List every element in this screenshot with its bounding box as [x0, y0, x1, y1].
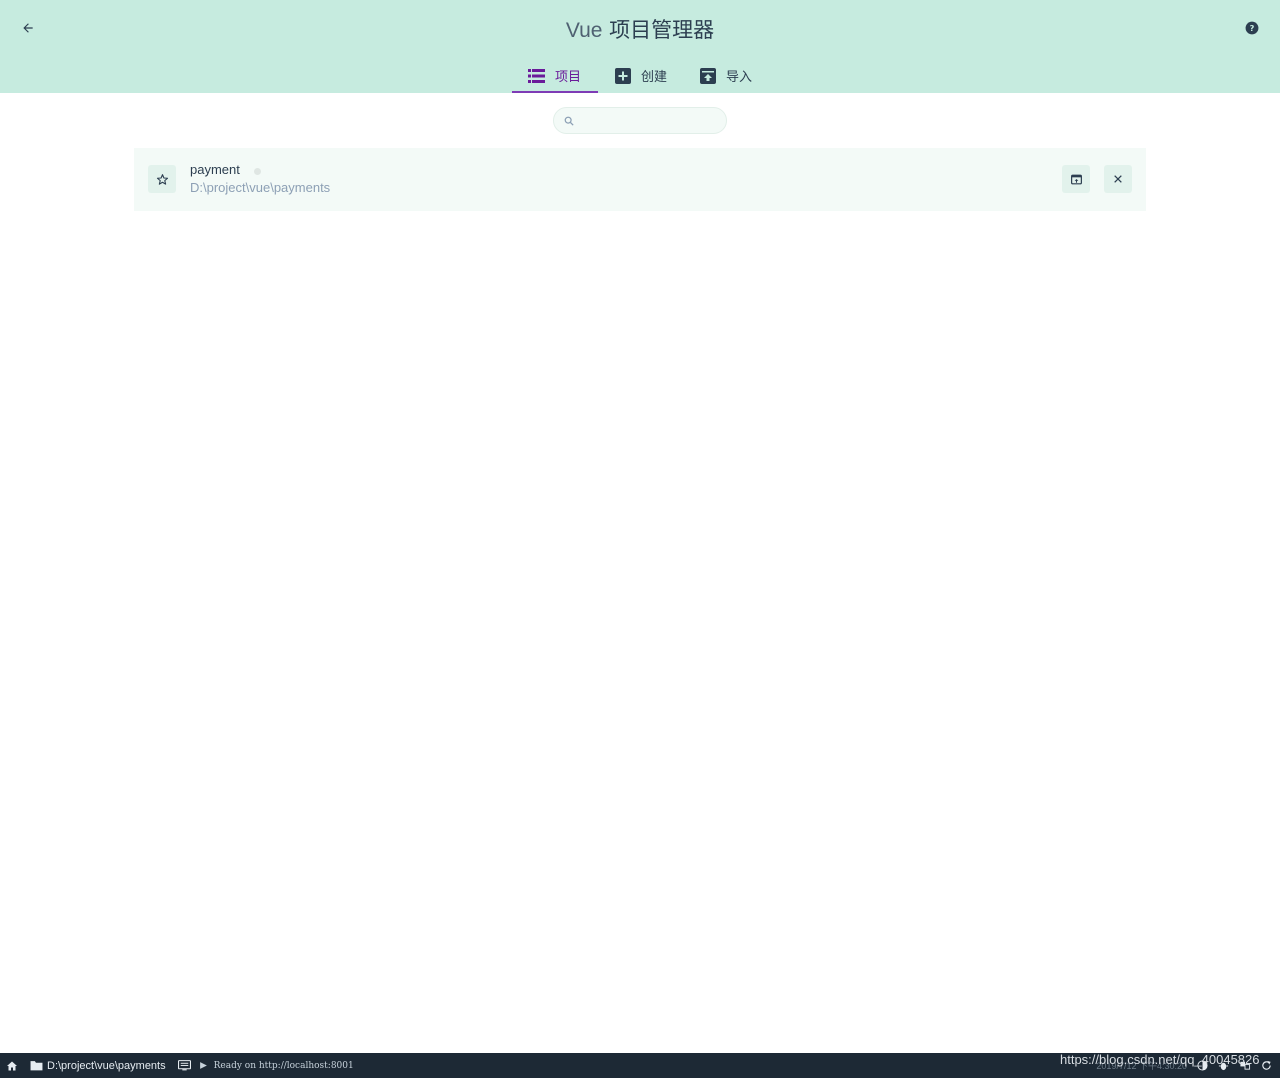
top-header: Vue 项目管理器 ? 项目 创建 导入	[0, 0, 1280, 93]
remove-project-button[interactable]	[1104, 165, 1132, 193]
statusbar-folder-button[interactable]: D:\project\vue\payments	[24, 1053, 172, 1078]
star-outline-icon	[156, 173, 168, 185]
console-icon	[177, 1060, 191, 1071]
main-tabs: 项目 创建 导入	[512, 58, 768, 93]
project-status-dot	[254, 168, 261, 175]
tab-create[interactable]: 创建	[598, 58, 683, 93]
statusbar-home-button[interactable]	[0, 1053, 24, 1078]
open-project-button[interactable]	[1062, 165, 1090, 193]
add-box-icon	[614, 67, 631, 84]
unarchive-icon	[699, 67, 716, 84]
statusbar-log: Ready on http://localhost:8001	[213, 1060, 354, 1071]
search-input[interactable]	[580, 113, 710, 128]
home-icon	[7, 1061, 17, 1070]
help-circle-icon: ?	[1245, 21, 1259, 35]
folder-icon	[30, 1061, 43, 1071]
project-name: payment	[190, 162, 240, 177]
watermark-text: https://blog.csdn.net/qq_40045826	[1060, 1052, 1260, 1067]
title-prefix: Vue	[565, 19, 603, 42]
tab-import[interactable]: 导入	[683, 58, 768, 93]
refresh-icon[interactable]	[1261, 1060, 1272, 1071]
close-icon	[1114, 175, 1122, 183]
favorite-button[interactable]	[148, 165, 176, 193]
log-arrow-icon	[199, 1062, 207, 1069]
statusbar-path: D:\project\vue\payments	[47, 1059, 166, 1072]
tab-label: 创建	[641, 70, 668, 85]
open-in-browser-icon	[1070, 174, 1082, 184]
tab-projects[interactable]: 项目	[512, 58, 598, 93]
page-title: Vue 项目管理器	[0, 14, 1280, 44]
tab-label: 项目	[555, 70, 582, 85]
help-button[interactable]: ?	[1242, 18, 1262, 38]
project-path: D:\project\vue\payments	[190, 180, 331, 195]
statusbar-log-button[interactable]: Ready on http://localhost:8001	[172, 1053, 360, 1078]
svg-text:?: ?	[1250, 23, 1255, 33]
project-list-item[interactable]: payment D:\project\vue\payments	[134, 148, 1146, 211]
search-icon	[564, 116, 574, 126]
list-icon	[528, 67, 545, 84]
title-main: 项目管理器	[609, 18, 715, 42]
tab-label: 导入	[726, 70, 753, 85]
search-box[interactable]	[553, 107, 727, 134]
